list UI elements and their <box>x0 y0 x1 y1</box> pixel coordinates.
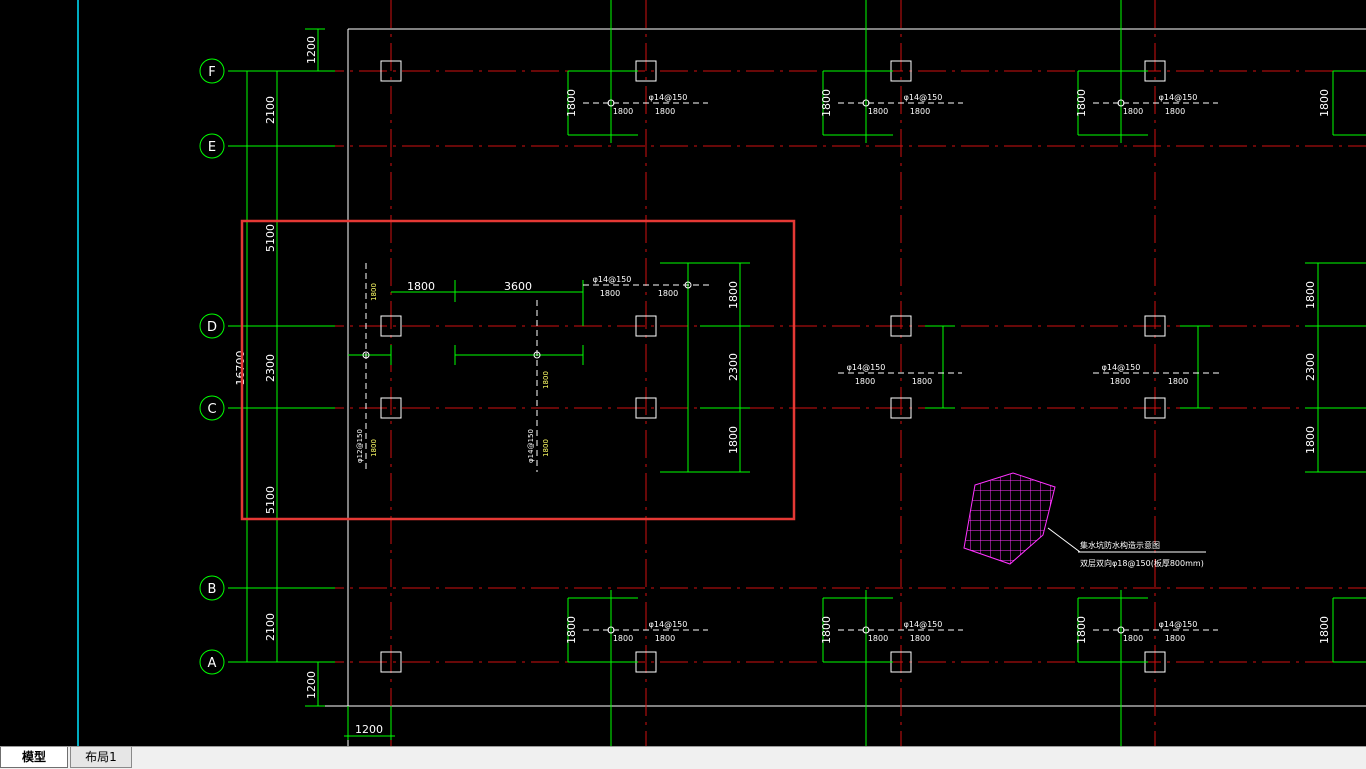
dim-3600-detail: 3600 <box>504 280 532 293</box>
rebar-sub-a: 1800 <box>1123 107 1143 116</box>
axis-label-D: D <box>207 320 217 335</box>
sump-details: 1800 φ14@1501800 18001800 φ14@1501800 180018… <box>565 0 1366 746</box>
dim-16700: 16700 <box>234 351 247 386</box>
dim-1800-right-bottom: 1800 <box>727 426 740 454</box>
dim-1800-right-top: 1800 <box>727 281 740 309</box>
tab-model[interactable]: 模型 <box>0 747 68 768</box>
axis-label-C: C <box>207 402 216 417</box>
small-1800-a: 1800 <box>370 283 378 301</box>
dim-right-1800-top: 1800 <box>1304 281 1317 309</box>
rebar-mid-1b: 1800 <box>912 377 932 386</box>
dim-1800-edge: 1800 <box>1318 89 1331 117</box>
slab-outline <box>305 28 1366 746</box>
highlight-box <box>240 219 796 521</box>
left-dimension-chain <box>228 28 395 740</box>
rebar-mid-2: φ14@150 <box>1102 363 1141 372</box>
dim-2300-right: 2300 <box>727 353 740 381</box>
columns <box>380 60 1166 673</box>
dim-right-1800-bottom: 1800 <box>1304 426 1317 454</box>
dim-1800: 1800 <box>1075 616 1088 644</box>
rebar-sub-detail-top-b: 1800 <box>658 289 678 298</box>
dim-1800: 1800 <box>820 616 833 644</box>
drawing-canvas[interactable]: F E D C B A 1200 2100 5100 2300 16700 5100 21… <box>0 0 1366 746</box>
hatch-region: 集水坑防水构造示意图 双层双向φ18@150(板厚800mm) <box>963 472 1206 568</box>
rebar-sub-detail-top-a: 1800 <box>600 289 620 298</box>
rebar-label: φ14@150 <box>904 620 943 629</box>
rebar-sub-a: 1800 <box>868 634 888 643</box>
tab-layout1[interactable]: 布局1 <box>70 747 132 768</box>
axis-bubbles: F E D C B A <box>199 58 225 675</box>
rebar-sub-a: 1800 <box>868 107 888 116</box>
rebar-sub-b: 1800 <box>655 634 675 643</box>
rebar-vertical-left-sub: 1800 <box>370 439 378 457</box>
dim-1800: 1800 <box>820 89 833 117</box>
dim-5100-bottom: 5100 <box>264 486 277 514</box>
rebar-mid-2b: 1800 <box>1168 377 1188 386</box>
axis-label-A: A <box>208 656 217 671</box>
dim-5100-top: 5100 <box>264 224 277 252</box>
rebar-vertical-mid-sub: 1800 <box>542 439 550 457</box>
dim-bottom-1200: 1200 <box>305 671 318 699</box>
rebar-sub-b: 1800 <box>655 107 675 116</box>
small-1800-b: 1800 <box>542 371 550 389</box>
rebar-mid-2a: 1800 <box>1110 377 1130 386</box>
rebar-label: φ14@150 <box>1159 93 1198 102</box>
dim-1800: 1800 <box>565 89 578 117</box>
rebar-mid-1: φ14@150 <box>847 363 886 372</box>
rebar-sub-b: 1800 <box>910 634 930 643</box>
rebar-sub-a: 1800 <box>1123 634 1143 643</box>
rebar-label: φ14@150 <box>904 93 943 102</box>
cad-drawing[interactable]: F E D C B A 1200 2100 5100 2300 16700 5100 21… <box>0 0 1366 746</box>
dim-right-2300: 2300 <box>1304 353 1317 381</box>
sump-detail-bottom-2: 1800 φ14@150 1800 1800 <box>1075 590 1218 746</box>
sump-detail-edge-1: 1800 <box>1318 597 1366 663</box>
rebar-sub-a: 1800 <box>613 107 633 116</box>
dim-2100-top: 2100 <box>264 96 277 124</box>
rebar-label: φ14@150 <box>649 93 688 102</box>
dim-1800-edge: 1800 <box>1318 616 1331 644</box>
layout-tab-bar: 模型 布局1 <box>0 746 1366 769</box>
rebar-sub-b: 1800 <box>1165 634 1185 643</box>
dim-top-1200: 1200 <box>305 36 318 64</box>
rebar-label-detail-top: φ14@150 <box>593 275 632 284</box>
rebar-mid-1a: 1800 <box>855 377 875 386</box>
dim-1800-detail: 1800 <box>407 280 435 293</box>
axis-label-E: E <box>208 140 216 155</box>
rebar-sub-a: 1800 <box>613 634 633 643</box>
dim-2300-left: 2300 <box>264 354 277 382</box>
rebar-label: φ14@150 <box>649 620 688 629</box>
legend-line2: 双层双向φ18@150(板厚800mm) <box>1080 558 1204 568</box>
rebar-vertical-left: φ12@150 <box>356 429 364 463</box>
rebar-sub-b: 1800 <box>910 107 930 116</box>
rebar-vertical-mid: φ14@150 <box>527 429 535 463</box>
axis-label-B: B <box>208 582 217 597</box>
dim-horizontal-1200: 1200 <box>355 723 383 736</box>
axis-label-F: F <box>208 65 215 80</box>
dim-2100-bottom: 2100 <box>264 613 277 641</box>
dim-1800: 1800 <box>565 616 578 644</box>
rebar-sub-b: 1800 <box>1165 107 1185 116</box>
middle-row-details: φ14@150 1800 1800 φ14@150 1800 1800 1800… <box>838 262 1366 473</box>
dim-1800: 1800 <box>1075 89 1088 117</box>
rebar-label: φ14@150 <box>1159 620 1198 629</box>
left-dimension-texts: 1200 2100 5100 2300 16700 5100 2100 1200… <box>234 36 383 736</box>
sump-detail-edge-0: 1800 <box>1318 70 1366 136</box>
highlighted-detail: 1800 3600 1800 2300 1800 φ14@150 1800 18… <box>240 219 796 521</box>
legend-line1: 集水坑防水构造示意图 <box>1080 540 1160 550</box>
